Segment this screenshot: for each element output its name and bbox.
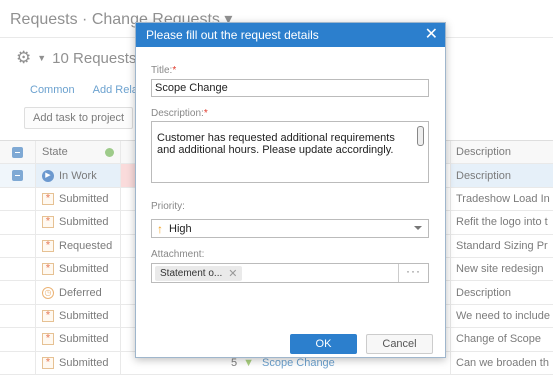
description-scrollbar[interactable]: [417, 126, 424, 146]
title-input[interactable]: Scope Change: [151, 79, 429, 97]
attachment-chip-label: Statement o...: [160, 268, 223, 279]
dialog-title-bar: Please fill out the request details ✕: [136, 23, 445, 47]
description-field-label: Description:*: [151, 108, 208, 119]
priority-field-label: Priority:: [151, 201, 185, 212]
priority-value: High: [169, 222, 192, 235]
arrow-up-icon: ↑: [157, 221, 163, 236]
cancel-button[interactable]: Cancel: [366, 334, 433, 354]
chevron-down-icon[interactable]: [414, 226, 422, 230]
priority-select[interactable]: ↑ High: [151, 219, 429, 238]
dialog-title: Please fill out the request details: [146, 28, 319, 42]
browse-attachment-button[interactable]: ···: [398, 264, 428, 282]
description-text: Customer has requested additional requir…: [157, 132, 395, 156]
attachment-field-label: Attachment:: [151, 249, 205, 260]
ok-button[interactable]: OK: [290, 334, 357, 354]
title-field-label: Title:*: [151, 65, 177, 76]
close-icon[interactable]: ✕: [425, 23, 438, 47]
request-details-dialog: Please fill out the request details ✕ Ti…: [135, 22, 446, 358]
attachment-chip[interactable]: Statement o... ✕: [155, 266, 243, 281]
description-textarea[interactable]: Customer has requested additional requir…: [151, 121, 429, 183]
remove-attachment-icon[interactable]: ✕: [228, 267, 237, 280]
attachment-field[interactable]: Statement o... ✕ ···: [151, 263, 429, 283]
